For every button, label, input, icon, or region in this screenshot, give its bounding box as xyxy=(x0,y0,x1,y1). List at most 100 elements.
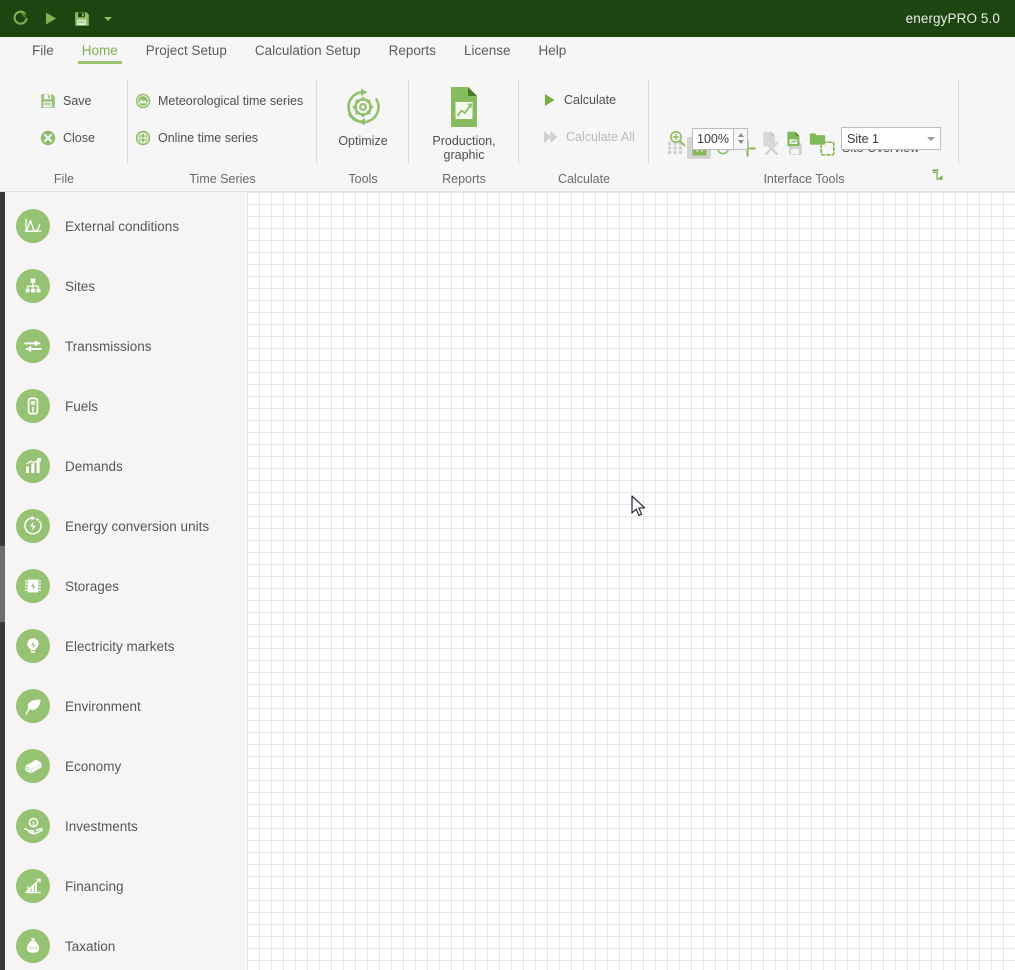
svg-text:$: $ xyxy=(27,886,30,892)
calculate-all-button-label: Calculate All xyxy=(566,130,635,144)
ribbon-group-calculate: Calculate Calculate All Calculate xyxy=(519,69,649,192)
optimize-icon xyxy=(342,86,384,128)
ribbon: Save Close File Meteorological time seri… xyxy=(0,69,1015,192)
menu-bar: File Home Project Setup Calculation Setu… xyxy=(0,37,1015,69)
sidebar-item-financing[interactable]: $ Financing xyxy=(5,864,247,908)
energy-conversion-units-icon xyxy=(16,509,50,543)
save-button-label: Save xyxy=(63,94,92,108)
sidebar-item-fuels[interactable]: Fuels xyxy=(5,384,247,428)
online-time-series-button[interactable]: Online time series xyxy=(131,128,262,148)
sidebar-item-label: External conditions xyxy=(65,218,180,234)
quick-access-toolbar xyxy=(0,8,114,30)
calculate-button[interactable]: Calculate xyxy=(540,91,619,109)
save-icon[interactable] xyxy=(71,8,93,30)
menu-item-reports[interactable]: Reports xyxy=(375,37,450,60)
production-graphic-label-line1: Production, xyxy=(432,134,496,148)
ribbon-group-time-series: Meteorological time series Online time s… xyxy=(128,69,317,192)
production-graphic-button[interactable]: Production, graphic xyxy=(409,86,519,162)
project-canvas[interactable] xyxy=(247,192,1015,970)
app-title: energyPRO 5.0 xyxy=(905,11,1000,26)
title-bar: energyPRO 5.0 xyxy=(0,0,1015,37)
sidebar-item-environment[interactable]: Environment xyxy=(5,684,247,728)
save-icon xyxy=(40,93,56,109)
menu-item-help[interactable]: Help xyxy=(524,37,580,60)
sidebar-item-label: Investments xyxy=(65,818,138,834)
close-button[interactable]: Close xyxy=(36,128,99,148)
site-select[interactable]: Site 1 xyxy=(841,127,941,150)
economy-icon xyxy=(16,749,50,783)
calculate-button-label: Calculate xyxy=(564,93,617,107)
external-conditions-icon xyxy=(16,209,50,243)
demands-icon xyxy=(16,449,50,483)
sidebar-item-external-conditions[interactable]: External conditions xyxy=(5,204,247,248)
dialog-launcher-icon[interactable] xyxy=(932,167,943,185)
fuels-icon xyxy=(16,389,50,423)
sidebar-item-investments[interactable]: $ Investments xyxy=(5,804,247,848)
sidebar-item-energy-conversion-units[interactable]: Energy conversion units xyxy=(5,504,247,548)
production-graphic-label-line2: graphic xyxy=(443,148,485,162)
interface-tools-bottom-row: 100% Site 1 xyxy=(665,127,941,150)
sidebar-item-label: Storages xyxy=(65,578,120,594)
menu-item-calculation-setup[interactable]: Calculation Setup xyxy=(241,37,375,60)
sidebar-item-label: Taxation xyxy=(65,938,116,954)
calculate-all-button: Calculate All xyxy=(540,128,638,146)
sidebar-item-demands[interactable]: Demands xyxy=(5,444,247,488)
ribbon-group-interface-tools: A xyxy=(649,69,959,192)
save-button[interactable]: Save xyxy=(36,91,96,111)
menu-item-license[interactable]: License xyxy=(450,37,525,60)
ribbon-group-reports: Production, graphic Reports xyxy=(409,69,519,192)
run-icon[interactable] xyxy=(40,8,62,30)
sidebar-item-label: Financing xyxy=(65,878,124,894)
sidebar-item-label: Environment xyxy=(65,698,141,714)
sidebar-item-storages[interactable]: Storages xyxy=(5,564,247,608)
zoom-control: 100% xyxy=(692,127,748,150)
taxation-icon: TAX xyxy=(16,929,50,963)
meteorological-time-series-icon xyxy=(135,93,151,109)
online-time-series-label: Online time series xyxy=(158,131,259,145)
sidebar-item-label: Electricity markets xyxy=(65,638,175,654)
zoom-in-icon[interactable] xyxy=(665,128,689,150)
transmissions-icon xyxy=(16,329,50,363)
sidebar-item-label: Demands xyxy=(65,458,123,474)
close-icon xyxy=(40,130,56,146)
ribbon-group-reports-label: Reports xyxy=(442,172,486,186)
optimize-button-label: Optimize xyxy=(338,134,388,148)
sidebar-item-economy[interactable]: Economy xyxy=(5,744,247,788)
customize-caret-icon[interactable] xyxy=(102,8,114,30)
sidebar: External conditions Sites Transmissions … xyxy=(5,192,247,970)
ribbon-group-tools: Optimize Tools xyxy=(317,69,409,192)
ribbon-group-calculate-label: Calculate xyxy=(557,172,611,186)
financing-icon: $ xyxy=(16,869,50,903)
ribbon-group-file: Save Close File xyxy=(0,69,128,192)
new-page-icon[interactable] xyxy=(757,128,781,150)
electricity-markets-icon xyxy=(16,629,50,663)
ribbon-group-file-label: File xyxy=(53,172,75,186)
meteorological-time-series-button[interactable]: Meteorological time series xyxy=(131,91,307,111)
menu-item-home[interactable]: Home xyxy=(68,37,132,64)
online-time-series-icon xyxy=(135,130,151,146)
optimize-button[interactable]: Optimize xyxy=(317,86,409,148)
sites-icon xyxy=(16,269,50,303)
sidebar-item-electricity-markets[interactable]: Electricity markets xyxy=(5,624,247,668)
svg-text:TAX: TAX xyxy=(29,946,38,951)
calculate-play-icon xyxy=(543,93,556,107)
sidebar-item-label: Transmissions xyxy=(65,338,152,354)
menu-item-project-setup[interactable]: Project Setup xyxy=(132,37,241,60)
energypro-window: energyPRO 5.0 File Home Project Setup Ca… xyxy=(0,0,1015,970)
menu-item-file[interactable]: File xyxy=(18,37,68,60)
group-separator xyxy=(958,79,959,164)
zoom-stepper[interactable] xyxy=(734,127,748,150)
recalculate-icon[interactable] xyxy=(9,8,31,30)
open-folder-icon[interactable] xyxy=(805,128,829,150)
investments-icon: $ xyxy=(16,809,50,843)
sidebar-item-sites[interactable]: Sites xyxy=(5,264,247,308)
zoom-input[interactable]: 100% xyxy=(692,127,734,150)
copy-page-icon[interactable] xyxy=(781,128,805,150)
ribbon-group-interface-tools-label: Interface Tools xyxy=(763,172,845,186)
sidebar-item-taxation[interactable]: TAX Taxation xyxy=(5,924,247,968)
meteorological-time-series-label: Meteorological time series xyxy=(158,94,304,108)
close-button-label: Close xyxy=(63,131,95,145)
storages-icon xyxy=(16,569,50,603)
environment-icon xyxy=(16,689,50,723)
sidebar-item-transmissions[interactable]: Transmissions xyxy=(5,324,247,368)
